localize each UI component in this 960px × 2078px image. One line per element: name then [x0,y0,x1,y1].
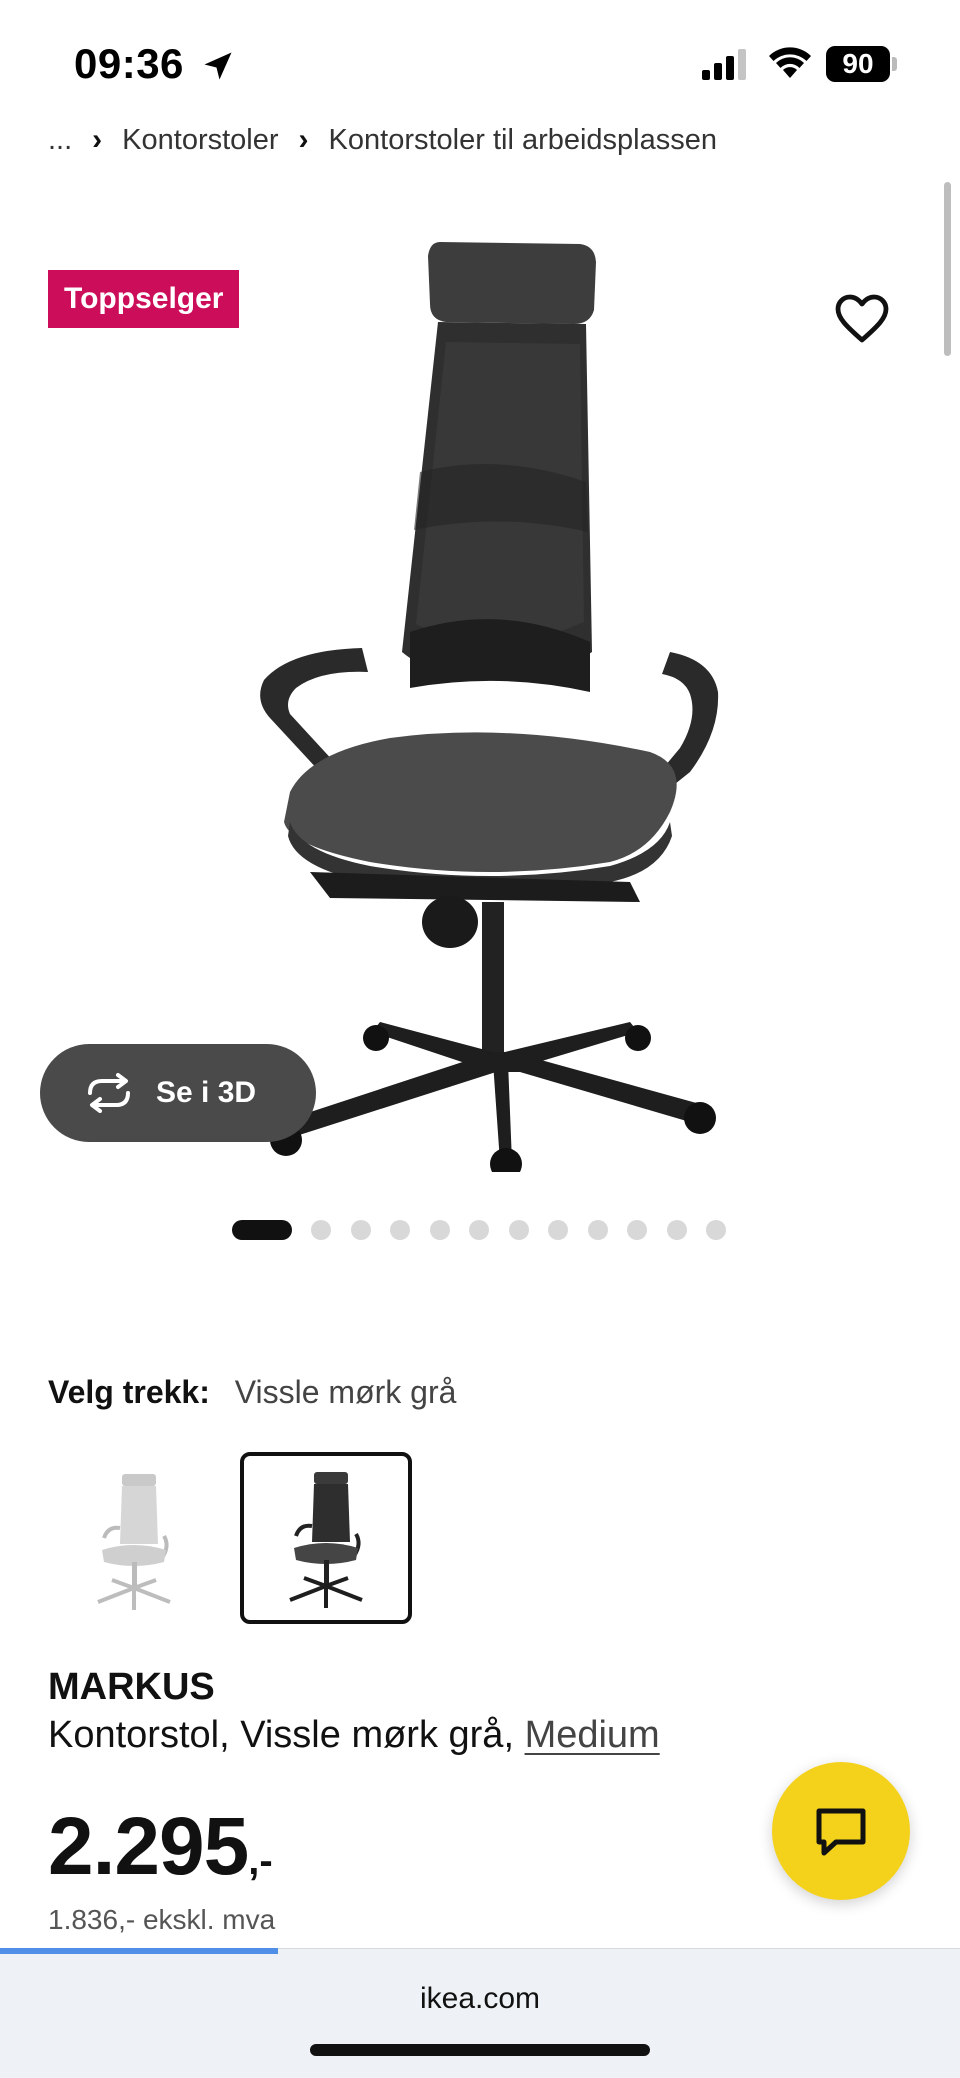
breadcrumb-item-kontorstoler[interactable]: Kontorstoler [122,124,278,157]
gallery-dot-2[interactable] [311,1220,331,1240]
status-time: 09:36 [74,40,184,87]
gallery-dot-9[interactable] [587,1220,608,1240]
status-bar: 09:36 90 [0,0,960,120]
page-load-progress [0,1948,279,1954]
home-indicator[interactable] [310,2044,650,2056]
size-link[interactable]: Medium [525,1714,660,1756]
signal-icon [702,49,746,80]
chair-thumbnail-dark [289,1472,363,1608]
breadcrumb: ... › Kontorstoler › Kontorstoler til ar… [48,118,717,162]
variant-label: Velg trekk: [48,1374,210,1410]
product-description-text: Kontorstol, Vissle mørk grå, [48,1714,525,1756]
gallery-dot-4[interactable] [390,1220,410,1240]
see-in-3d-label: Se i 3D [156,1076,257,1109]
gallery-dot-11[interactable] [666,1220,687,1240]
price-excl-vat: 1.836,- ekskl. mva [48,1904,276,1935]
product-name: MARKUS [48,1666,215,1708]
variant-value: Vissle mørk grå [234,1374,457,1410]
battery-tip [892,57,897,71]
gallery-dot-7[interactable] [508,1220,529,1240]
chevron-right-icon: › [92,123,103,156]
product-price: 2.295,- [48,1800,273,1894]
chat-button[interactable] [772,1762,910,1900]
wifi-icon [769,47,811,78]
breadcrumb-item-arbeidsplassen[interactable]: Kontorstoler til arbeidsplassen [329,124,717,157]
chevron-right-icon: › [298,123,309,156]
price-main: 2.295 [48,1801,249,1892]
topseller-badge: Toppselger [48,270,240,328]
variant-option-light-gray[interactable] [48,1454,220,1626]
heart-icon[interactable] [834,292,890,344]
breadcrumb-ellipsis[interactable]: ... [48,124,72,157]
chair-thumbnail-light [97,1474,171,1610]
product-image-chair[interactable] [250,232,730,1172]
chat-icon [816,1808,866,1856]
variant-selector: Velg trekk: Vissle mørk grå [48,1374,456,1411]
gallery-dot-8[interactable] [548,1220,568,1240]
gallery-dot-3[interactable] [350,1220,371,1240]
product-description: Kontorstol, Vissle mørk grå, Medium [48,1714,660,1757]
gallery-dot-5[interactable] [429,1220,450,1240]
gallery-dot-10[interactable] [627,1220,647,1240]
gallery-dot-12[interactable] [706,1220,726,1240]
price-suffix: ,- [248,1839,273,1883]
url-text[interactable]: ikea.com [0,1982,960,2016]
battery-icon: 90 [826,46,898,82]
location-arrow-icon [204,52,232,80]
see-in-3d-button[interactable]: Se i 3D [40,1044,316,1142]
gallery-pagination [232,1219,746,1241]
rotate-3d-icon [88,1073,130,1113]
page-scrollbar[interactable] [944,182,951,356]
variant-option-dark-gray[interactable] [240,1452,412,1624]
gallery-dot-6[interactable] [469,1220,489,1240]
gallery-dot-1[interactable] [232,1220,292,1240]
battery-level: 90 [826,46,890,82]
